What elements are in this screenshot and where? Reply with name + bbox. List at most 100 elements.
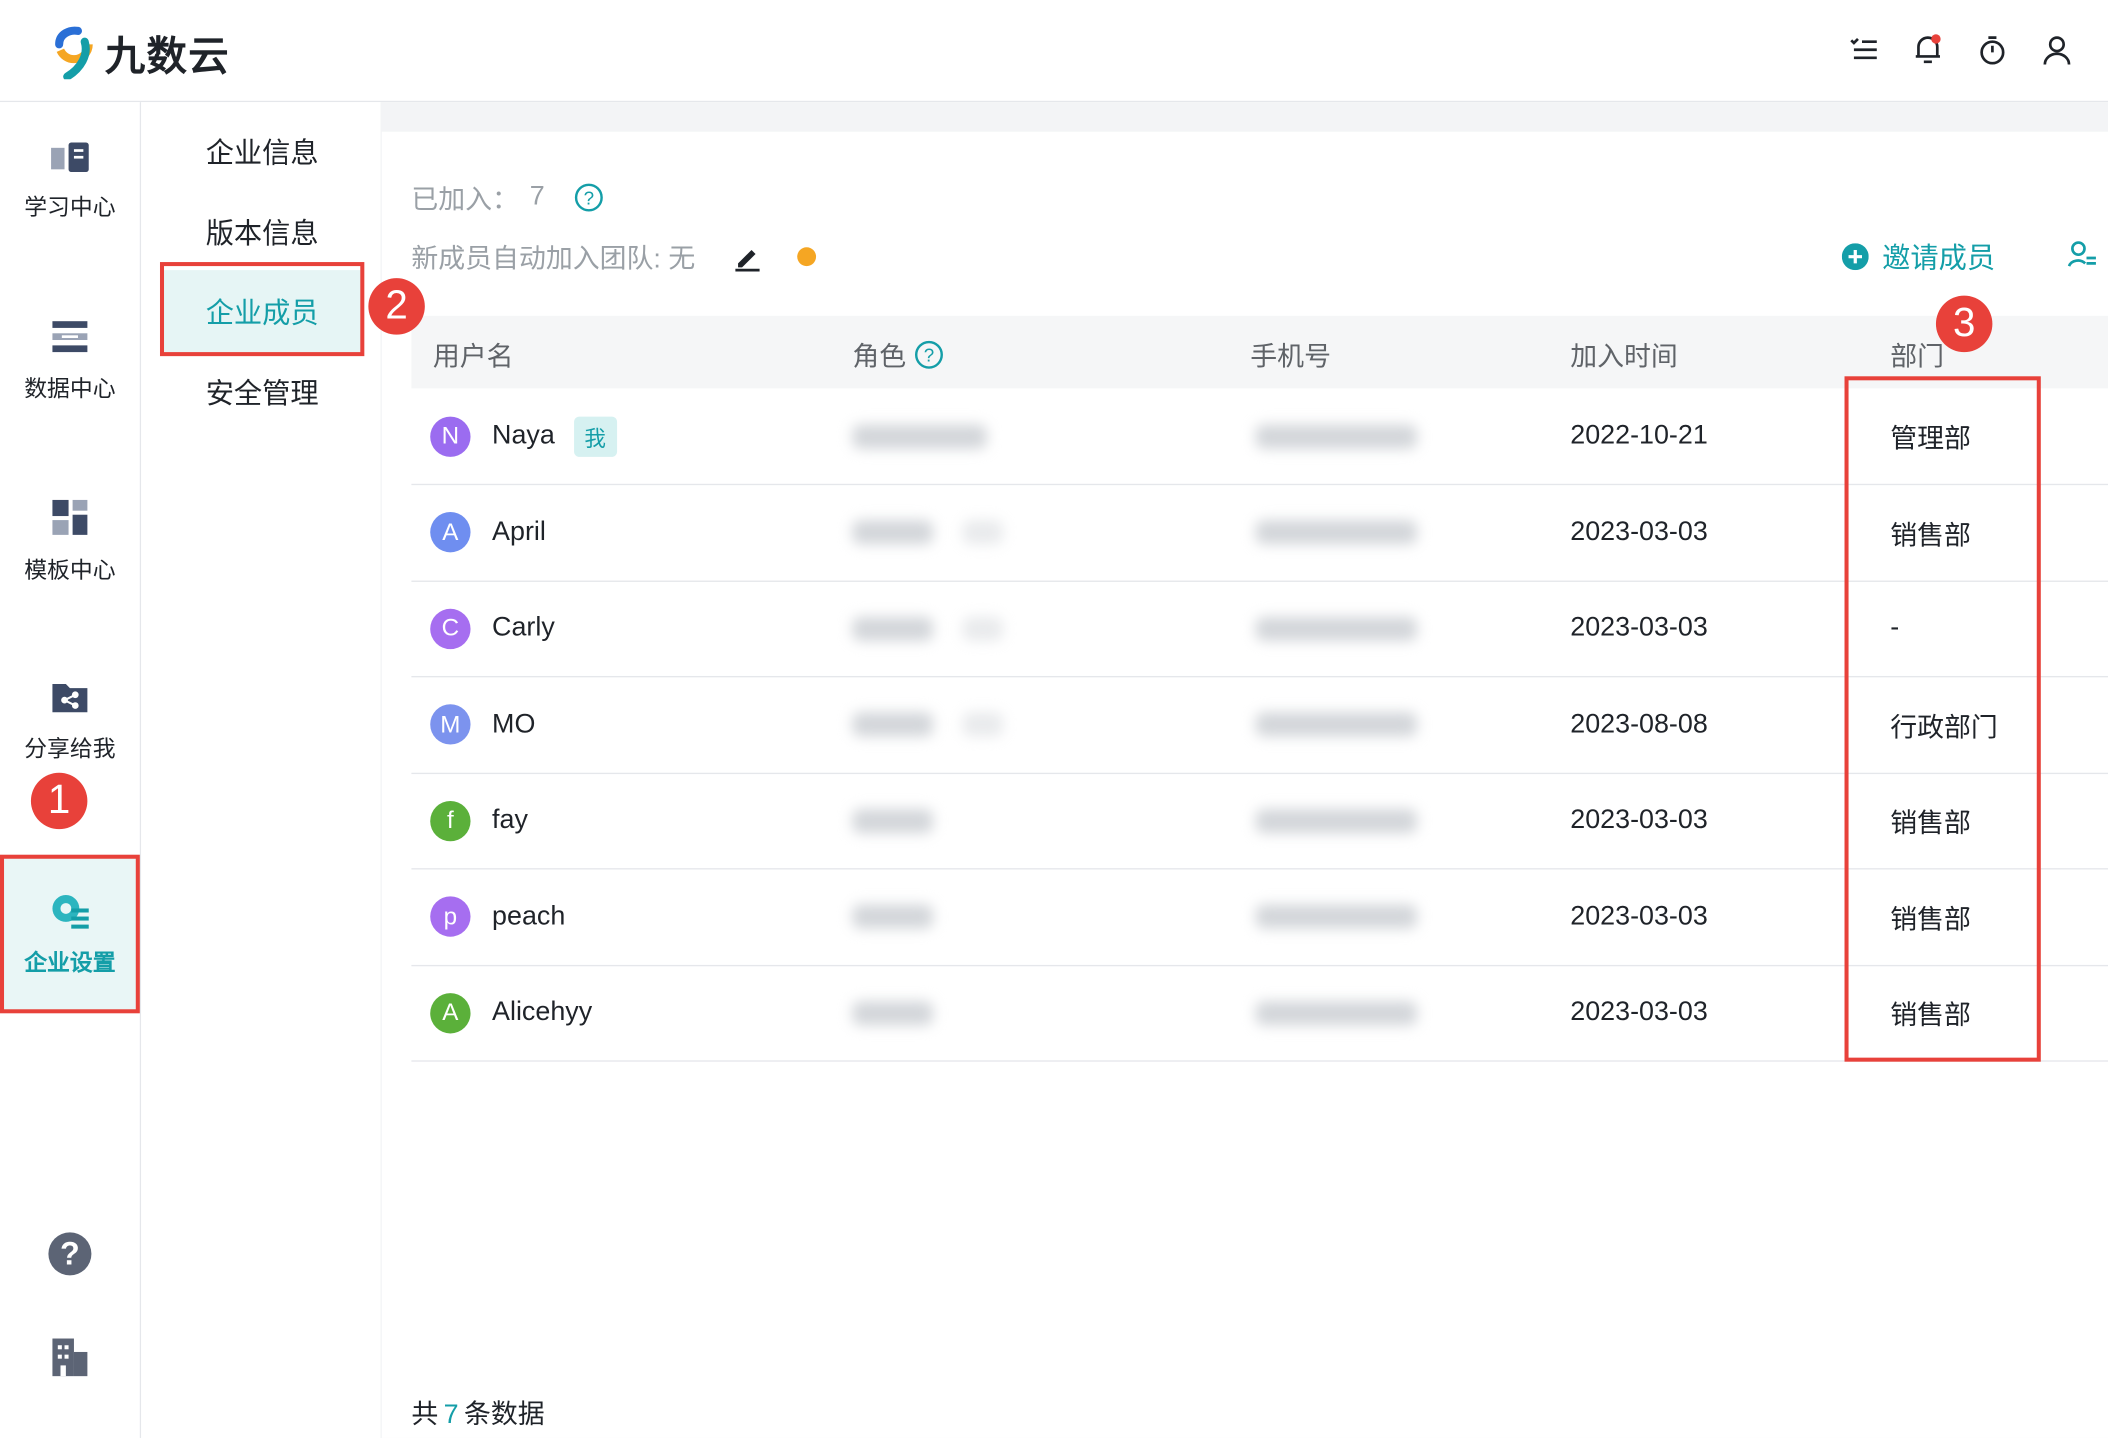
username-cell: f fay <box>430 773 528 868</box>
share-folder-icon <box>52 683 88 712</box>
left-nav: 学习中心 数据中心 模板中心 分享给我 企业设置 ? <box>0 102 142 1438</box>
footer-count: 7 <box>443 1400 459 1430</box>
annotation-badge-3: 3 <box>1935 295 1993 353</box>
help-circle-icon[interactable]: ? <box>574 182 604 212</box>
joined-label: 已加入： <box>411 185 519 216</box>
role-cell-redacted <box>852 388 987 483</box>
nav-learning-center[interactable]: 学习中心 <box>0 102 140 258</box>
join-date: 2023-03-03 <box>1570 612 1708 643</box>
username: Naya <box>492 420 555 451</box>
nav-data-center[interactable]: 数据中心 <box>0 282 140 438</box>
plus-circle-icon <box>1841 243 1869 271</box>
phone-cell-redacted <box>1255 484 1417 579</box>
username-cell: A April <box>430 484 546 579</box>
join-date: 2023-03-03 <box>1570 997 1708 1027</box>
organization-button[interactable] <box>0 1336 140 1379</box>
app-name: 九数云 <box>104 34 230 80</box>
header-role[interactable]: 角色 ? <box>852 335 943 374</box>
avatar: N <box>430 415 471 457</box>
timer-icon[interactable] <box>1976 32 2008 67</box>
auto-join-setting: 新成员自动加入团队: 无 <box>411 237 817 276</box>
username-cell: C Carly <box>430 581 555 676</box>
role-cell-redacted <box>852 773 934 868</box>
role-cell-redacted <box>852 965 934 1060</box>
task-list-icon[interactable] <box>1847 32 1879 67</box>
nav-label: 分享给我 <box>24 735 116 762</box>
avatar: A <box>430 512 471 553</box>
phone-cell-redacted <box>1255 773 1417 868</box>
role-cell-redacted <box>852 677 1003 772</box>
header-role-label: 角色 <box>852 342 907 373</box>
annotation-box-2 <box>159 262 365 357</box>
phone-cell-redacted <box>1255 581 1417 676</box>
footer-suffix: 条数据 <box>463 1400 545 1430</box>
invite-members-button[interactable]: 邀请成员 <box>1841 237 1996 277</box>
table-footer: 共 7 条数据 <box>411 1392 544 1431</box>
app-logo[interactable]: 九数云 <box>51 23 230 82</box>
header-department[interactable]: 部门 <box>1890 335 1944 374</box>
header-phone[interactable]: 手机号 <box>1250 335 1331 374</box>
username-cell: A Alicehyy <box>430 965 592 1060</box>
join-date: 2023-03-03 <box>1570 516 1708 547</box>
notification-bell-icon[interactable] <box>1912 32 1944 67</box>
building-icon <box>52 1338 88 1377</box>
book-icon <box>51 141 89 172</box>
logo-mark-icon <box>55 25 93 80</box>
header-username[interactable]: 用户名 <box>433 335 514 374</box>
username: peach <box>492 901 566 931</box>
role-cell-redacted <box>852 869 934 964</box>
username-cell: p peach <box>430 869 565 964</box>
role-cell-redacted <box>852 581 1003 676</box>
header-join-time[interactable]: 加入时间 <box>1570 335 1678 374</box>
svg-text:?: ? <box>924 344 934 365</box>
user-manage-icon <box>2067 241 2096 267</box>
annotation-box-3 <box>1844 376 2041 1062</box>
phone-cell-redacted <box>1255 677 1417 772</box>
username: Alicehyy <box>492 997 593 1027</box>
nav-label: 学习中心 <box>24 194 116 220</box>
phone-cell-redacted <box>1255 965 1417 1060</box>
phone-cell-redacted <box>1255 869 1417 964</box>
status-dot <box>797 246 817 266</box>
subnav-enterprise-info[interactable]: 企业信息 <box>164 110 363 193</box>
joined-count: 已加入： 7 ? <box>411 177 603 216</box>
join-date: 2022-10-21 <box>1570 420 1708 451</box>
join-date: 2023-08-08 <box>1570 708 1708 739</box>
avatar: A <box>430 992 471 1033</box>
join-date: 2023-03-03 <box>1570 901 1708 931</box>
nav-template-center[interactable]: 模板中心 <box>0 462 140 618</box>
annotation-box-1 <box>0 854 140 1014</box>
join-date: 2023-03-03 <box>1570 804 1708 835</box>
annotation-badge-2: 2 <box>368 278 425 335</box>
subnav-security-management[interactable]: 安全管理 <box>164 351 363 434</box>
auto-join-label: 新成员自动加入团队: 无 <box>411 244 696 275</box>
username: Carly <box>492 612 555 643</box>
help-circle-icon[interactable]: ? <box>914 339 944 369</box>
avatar: M <box>430 704 471 745</box>
phone-cell-redacted <box>1255 388 1417 483</box>
username: MO <box>492 708 536 739</box>
edit-icon[interactable] <box>733 241 763 271</box>
user-profile-icon[interactable] <box>2041 32 2073 67</box>
nav-label: 模板中心 <box>24 557 116 583</box>
username-cell: M MO <box>430 677 535 772</box>
avatar: f <box>430 800 471 841</box>
role-cell-redacted <box>852 484 1003 579</box>
nav-label: 数据中心 <box>24 375 116 402</box>
username-cell: N Naya 我 <box>430 388 617 483</box>
username: fay <box>492 804 528 835</box>
username: April <box>492 516 546 547</box>
user-manage-button[interactable] <box>2067 239 2098 275</box>
svg-text:?: ? <box>584 187 594 208</box>
footer-prefix: 共 <box>411 1400 439 1430</box>
template-icon <box>52 499 88 535</box>
help-button[interactable]: ? <box>0 1231 140 1277</box>
database-icon <box>52 320 88 352</box>
svg-text:?: ? <box>60 1236 80 1272</box>
avatar: p <box>430 896 471 937</box>
help-icon: ? <box>48 1232 92 1276</box>
annotation-badge-1: 1 <box>30 772 88 830</box>
avatar: C <box>430 608 471 649</box>
me-tag: 我 <box>573 415 617 457</box>
invite-label: 邀请成员 <box>1882 243 1996 275</box>
